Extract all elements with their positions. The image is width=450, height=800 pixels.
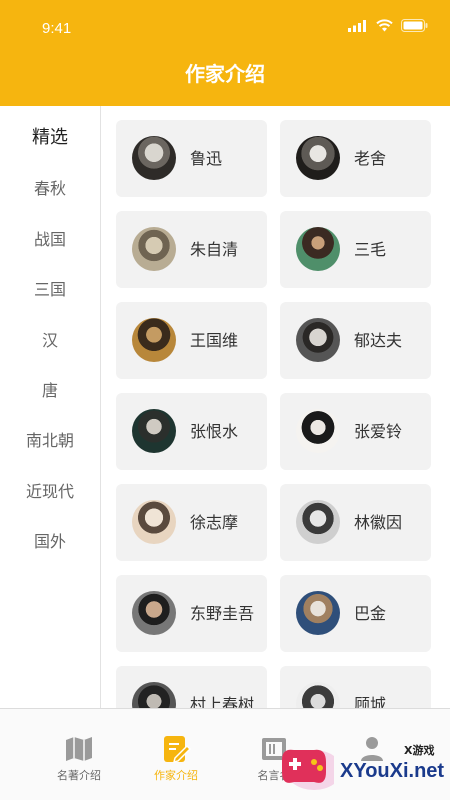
status-icons (348, 19, 428, 32)
tab-label: 作家介绍 (154, 769, 198, 782)
author-name: 村上春树 (190, 695, 255, 708)
author-name: 徐志摩 (190, 513, 239, 532)
author-avatar (132, 500, 176, 544)
status-bar: 9:41 (0, 0, 450, 58)
watermark-logo: X游戏 XYouXi.net (270, 736, 450, 800)
author-name: 张爱铃 (354, 422, 403, 441)
author-name: 郁达夫 (354, 331, 403, 350)
category-sidebar: 精选 春秋 战国 三国 汉 唐 南北朝 近现代 国外 (0, 106, 101, 708)
sidebar-item-sanguo[interactable]: 三国 (0, 270, 100, 310)
author-card[interactable]: 老舍 (280, 120, 431, 197)
author-avatar (132, 227, 176, 271)
author-avatar (132, 682, 176, 708)
author-card[interactable]: 林徽因 (280, 484, 431, 561)
author-name: 老舍 (354, 149, 387, 168)
author-avatar (132, 409, 176, 453)
map-icon (66, 737, 92, 761)
author-card[interactable]: 三毛 (280, 211, 431, 288)
author-card[interactable]: 徐志摩 (116, 484, 267, 561)
sidebar-item-foreign[interactable]: 国外 (0, 522, 100, 562)
sidebar-item-han[interactable]: 汉 (0, 321, 100, 361)
sidebar-item-featured[interactable]: 精选 (0, 118, 100, 158)
author-name: 巴金 (354, 604, 387, 623)
sidebar-item-tang[interactable]: 唐 (0, 371, 100, 411)
author-avatar (132, 318, 176, 362)
status-time: 9:41 (42, 20, 72, 37)
author-avatar (296, 591, 340, 635)
header-bar: 9:41 作家介绍 (0, 0, 450, 106)
author-avatar (296, 500, 340, 544)
author-card[interactable]: 郁达夫 (280, 302, 431, 379)
author-avatar (132, 591, 176, 635)
author-name: 鲁迅 (190, 149, 223, 168)
edit-icon (164, 736, 192, 764)
author-card[interactable]: 张恨水 (116, 393, 267, 470)
author-card[interactable]: 张爱铃 (280, 393, 431, 470)
author-name: 顾城 (354, 695, 387, 708)
author-card[interactable]: 村上春树 (116, 666, 267, 708)
author-card[interactable]: 顾城 (280, 666, 431, 708)
tab-label: 名著介绍 (57, 769, 101, 782)
author-avatar (296, 136, 340, 180)
page-title: 作家介绍 (185, 62, 265, 86)
sidebar-item-chunqiu[interactable]: 春秋 (0, 169, 100, 209)
author-card[interactable]: 王国维 (116, 302, 267, 379)
sidebar-item-zhanguo[interactable]: 战国 (0, 220, 100, 260)
author-card[interactable]: 东野圭吾 (116, 575, 267, 652)
author-avatar (296, 227, 340, 271)
battery-icon (401, 19, 428, 32)
author-card[interactable]: 巴金 (280, 575, 431, 652)
author-name: 朱自清 (190, 240, 239, 259)
signal-icon (348, 19, 366, 32)
tab-classics[interactable]: 名著介绍 (29, 709, 129, 800)
author-name: 张恨水 (190, 422, 239, 441)
author-name: 王国维 (190, 331, 239, 350)
sidebar-item-nanbeichao[interactable]: 南北朝 (0, 421, 100, 461)
author-avatar (296, 318, 340, 362)
tab-authors[interactable]: 作家介绍 (126, 709, 226, 800)
author-name: 三毛 (354, 240, 387, 259)
watermark-text: XYouXi.net (340, 760, 445, 782)
author-grid: 鲁迅 老舍 朱自清 三毛 王国维 郁达夫 张恨水 张爱铃 徐志摩 林徽因 东野圭… (101, 106, 450, 708)
author-avatar (132, 136, 176, 180)
watermark-small-text: X游戏 (404, 744, 435, 757)
author-avatar (296, 409, 340, 453)
wifi-icon (376, 19, 393, 32)
author-name: 林徽因 (354, 513, 403, 532)
author-avatar (296, 682, 340, 708)
gamepad-icon (282, 749, 334, 790)
author-card[interactable]: 鲁迅 (116, 120, 267, 197)
author-name: 东野圭吾 (190, 604, 255, 623)
sidebar-item-modern[interactable]: 近现代 (0, 472, 100, 512)
author-card[interactable]: 朱自清 (116, 211, 267, 288)
